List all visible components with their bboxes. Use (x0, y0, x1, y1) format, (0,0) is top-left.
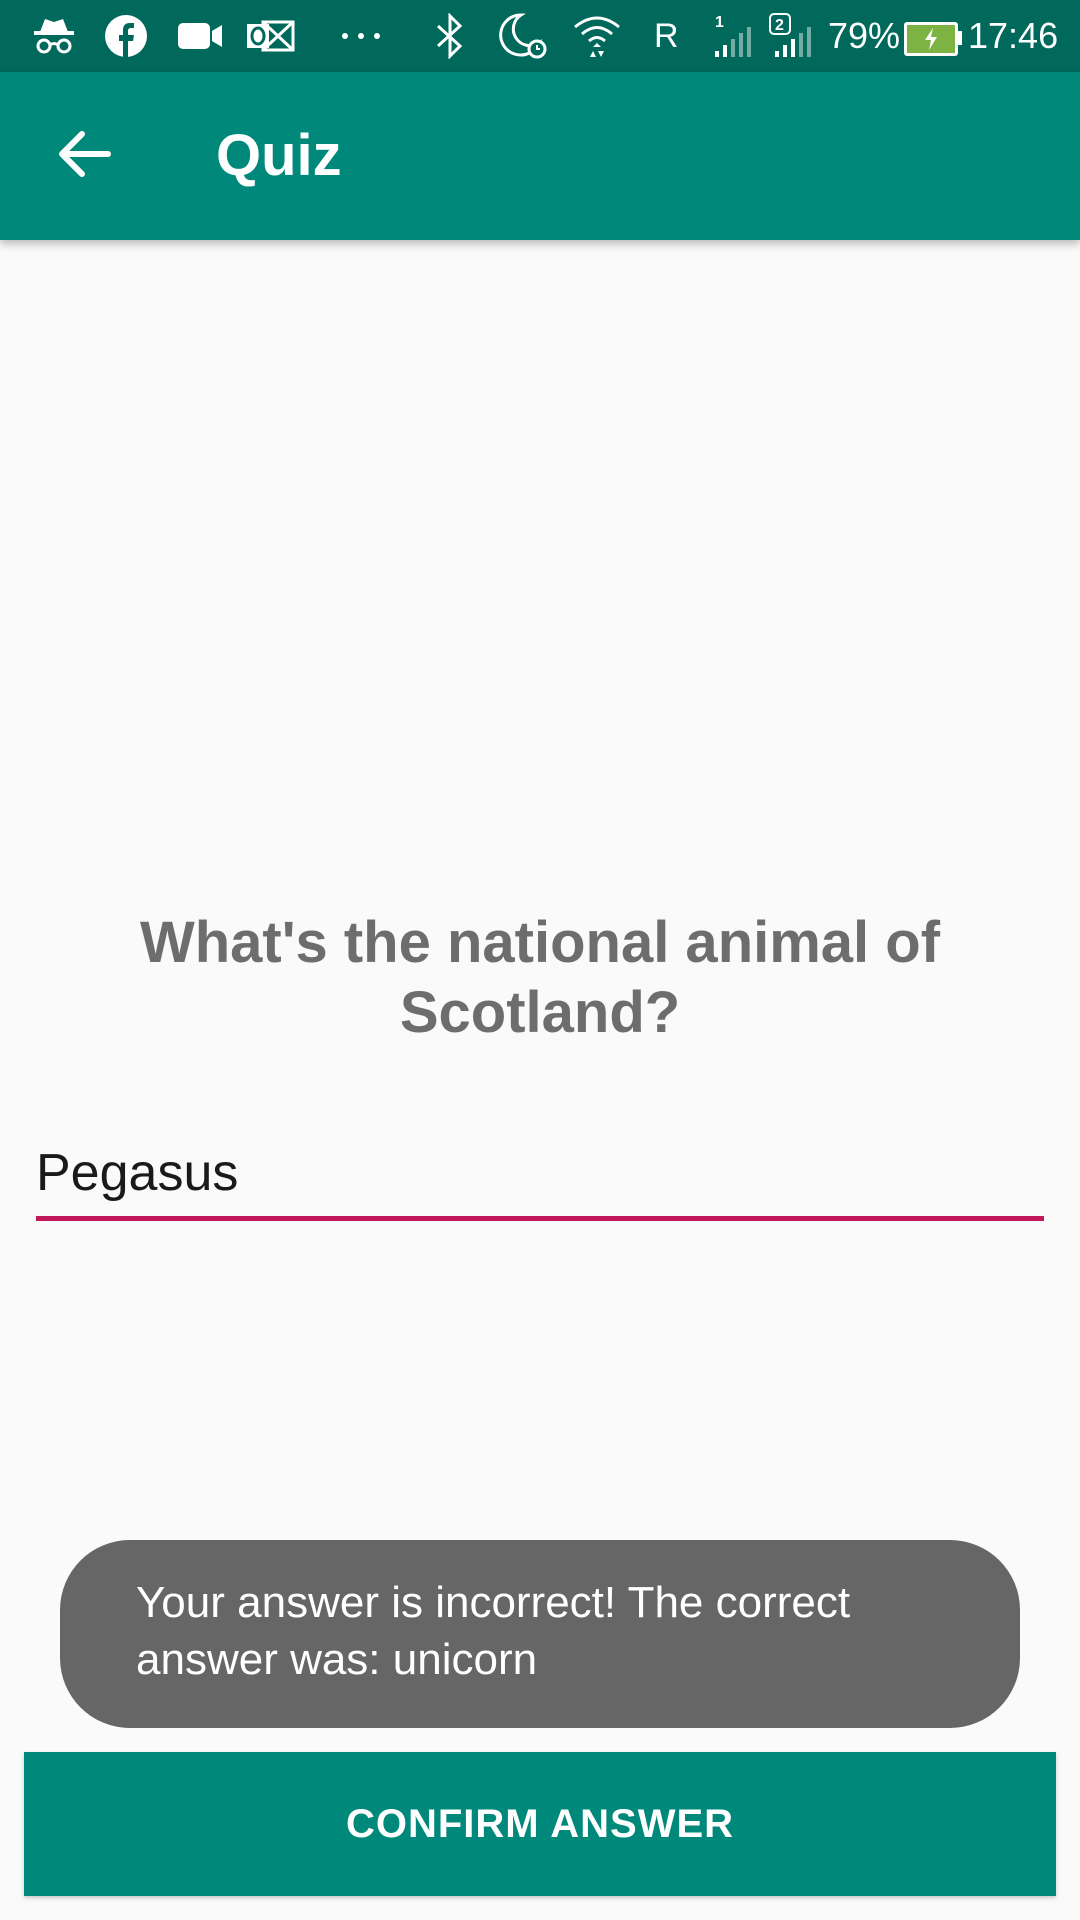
facebook-icon (102, 12, 150, 60)
wifi-icon (572, 12, 622, 60)
status-bar: R 1 2 79% 17:46 (0, 0, 1080, 72)
svg-text:2: 2 (775, 17, 784, 34)
app-bar: Quiz (0, 72, 1080, 240)
answer-input[interactable] (36, 1130, 1044, 1221)
confirm-answer-button[interactable]: CONFIRM ANSWER (24, 1752, 1056, 1896)
app-title: Quiz (216, 123, 342, 188)
clock: 17:46 (968, 15, 1059, 56)
do-not-disturb-alarm-icon (494, 12, 550, 60)
toast-message: Your answer is incorrect! The correct an… (136, 1578, 851, 1684)
battery-percentage: 79% (828, 15, 901, 56)
svg-text:1: 1 (715, 14, 724, 31)
battery-tip (958, 31, 962, 45)
more-dots-icon (338, 12, 384, 60)
quiz-screen: R 1 2 79% 17:46 Quiz What's the national… (0, 0, 1080, 1920)
question-text: What's the national animal of Scotland? (139, 910, 941, 1045)
result-toast: Your answer is incorrect! The correct an… (60, 1540, 1020, 1728)
incognito-icon (30, 12, 78, 60)
signal-sim1-icon: 1 (710, 12, 760, 60)
signal-sim2-icon: 2 (768, 12, 820, 60)
arrow-back-icon (56, 130, 112, 183)
outlook-icon (244, 12, 296, 60)
back-button[interactable] (36, 108, 132, 204)
video-camera-icon (175, 12, 225, 60)
bluetooth-icon (432, 12, 468, 60)
roaming-indicator: R (654, 17, 679, 55)
battery-charging-icon (904, 22, 958, 56)
